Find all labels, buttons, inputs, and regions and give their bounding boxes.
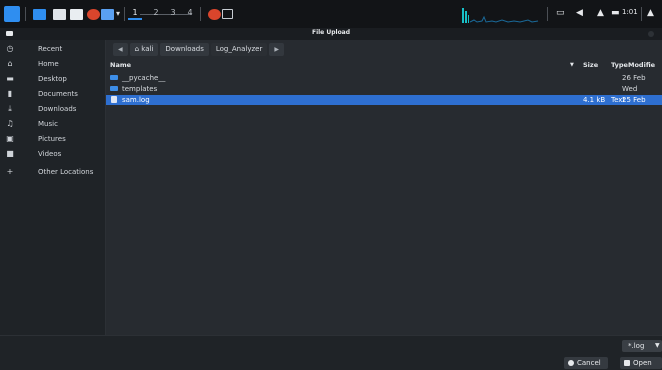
list-item[interactable]: __pycache__ 26 Feb xyxy=(106,73,662,83)
breadcrumb-back-button[interactable]: ◀ xyxy=(113,43,128,56)
chevron-left-icon: ◀ xyxy=(118,46,123,53)
picture-icon: ▣ xyxy=(6,134,14,143)
cancel-button[interactable]: Cancel xyxy=(564,357,608,369)
cancel-icon xyxy=(568,360,574,366)
music-icon: ♫ xyxy=(6,119,14,128)
sidebar-item-label: Pictures xyxy=(38,135,66,143)
panel-separator xyxy=(641,7,642,21)
editor-icon[interactable] xyxy=(70,9,83,20)
sidebar-item-label: Music xyxy=(38,120,58,128)
sidebar-item-label: Home xyxy=(38,60,59,68)
file-modified: Wed xyxy=(622,85,638,93)
open-label: Open xyxy=(633,359,652,367)
close-button[interactable] xyxy=(648,31,654,37)
folder-icon xyxy=(110,86,118,91)
column-size[interactable]: Size xyxy=(583,60,598,70)
breadcrumb: ◀ ⌂ kali Downloads Log_Analyzer ▶ xyxy=(113,43,284,57)
breadcrumb-home[interactable]: ⌂ kali xyxy=(129,43,159,56)
file-modified: 25 Feb xyxy=(622,96,646,104)
column-header: Name ▼ Size Type Modifie xyxy=(106,60,662,70)
firefox-task-icon[interactable] xyxy=(208,9,221,20)
breadcrumb-downloads[interactable]: Downloads xyxy=(160,43,209,56)
folder-icon xyxy=(110,75,118,80)
open-icon xyxy=(624,360,630,366)
panel-separator xyxy=(124,7,125,21)
file-size: 4.1 kB xyxy=(583,96,606,104)
open-button[interactable]: Open xyxy=(620,357,662,369)
sidebar-item-label: Documents xyxy=(38,90,78,98)
sidebar-item-pictures[interactable]: ▣ Pictures xyxy=(0,132,105,146)
chevron-right-icon: ▶ xyxy=(274,46,279,53)
filter-label: *.log xyxy=(628,342,645,350)
video-icon: ■ xyxy=(6,149,14,158)
places-sidebar: ◷ Recent ⌂ Home ▬ Desktop ▮ Documents ⤓ … xyxy=(0,40,106,335)
notification-icon[interactable]: ▲ xyxy=(597,8,604,18)
column-type[interactable]: Type xyxy=(611,60,628,70)
workspace-1[interactable]: 1 xyxy=(128,8,142,20)
sort-desc-icon: ▼ xyxy=(570,62,574,68)
breadcrumb-log-analyzer[interactable]: Log_Analyzer xyxy=(210,43,268,56)
file-name: sam.log xyxy=(122,96,150,104)
sidebar-item-recent[interactable]: ◷ Recent xyxy=(0,42,105,56)
chevron-down-icon: ▼ xyxy=(655,342,660,349)
terminal-task-icon[interactable] xyxy=(222,9,233,19)
workspace-4[interactable]: 4 xyxy=(183,8,197,17)
file-name: templates xyxy=(122,85,158,93)
workspace-2[interactable]: 2 xyxy=(149,8,163,17)
document-icon: ▮ xyxy=(7,89,13,98)
terminal-icon[interactable] xyxy=(33,9,46,20)
list-item[interactable]: templates Wed xyxy=(106,84,662,94)
sidebar-item-music[interactable]: ♫ Music xyxy=(0,117,105,131)
sidebar-item-downloads[interactable]: ⤓ Downloads xyxy=(0,102,105,116)
file-browser: ◀ ⌂ kali Downloads Log_Analyzer ▶ Name ▼… xyxy=(106,40,662,335)
sidebar-item-label: Other Locations xyxy=(38,168,94,176)
clock-icon: ◷ xyxy=(6,44,14,53)
top-panel: ▾ 1 2 3 4 ▭ ◀ ▲ ▬ 1:01 ▲ xyxy=(0,0,662,29)
sidebar-item-videos[interactable]: ■ Videos xyxy=(0,147,105,161)
download-icon: ⤓ xyxy=(8,104,12,113)
firefox-icon[interactable] xyxy=(87,9,100,20)
volume-icon[interactable]: ◀ xyxy=(576,8,583,18)
dialog-titlebar: File Upload xyxy=(0,28,662,40)
desktop-icon: ▬ xyxy=(6,74,14,83)
sidebar-item-label: Desktop xyxy=(38,75,67,83)
battery-icon[interactable]: ▬ xyxy=(611,8,620,18)
clock[interactable]: 1:01 xyxy=(622,8,638,16)
screen-icon[interactable]: ▭ xyxy=(556,8,565,18)
sidebar-item-desktop[interactable]: ▬ Desktop xyxy=(0,72,105,86)
dialog-footer: *.log ▼ Cancel Open xyxy=(0,335,662,370)
file-modified: 26 Feb xyxy=(622,74,646,82)
window-icon[interactable] xyxy=(101,9,114,20)
column-name[interactable]: Name xyxy=(110,60,131,70)
sidebar-item-documents[interactable]: ▮ Documents xyxy=(0,87,105,101)
file-icon xyxy=(111,96,117,103)
file-type-filter[interactable]: *.log ▼ xyxy=(622,340,662,352)
sidebar-item-home[interactable]: ⌂ Home xyxy=(0,57,105,71)
kali-menu-icon[interactable] xyxy=(4,6,20,22)
sidebar-item-other-locations[interactable]: + Other Locations xyxy=(0,165,105,179)
dropdown-icon[interactable]: ▾ xyxy=(116,9,124,18)
cpu-graph xyxy=(462,8,539,23)
plus-icon: + xyxy=(6,167,14,176)
cancel-label: Cancel xyxy=(577,359,601,367)
breadcrumb-forward-button[interactable]: ▶ xyxy=(269,43,284,56)
panel-separator xyxy=(547,7,548,21)
panel-separator xyxy=(200,7,201,21)
panel-separator xyxy=(25,7,26,21)
sidebar-item-label: Videos xyxy=(38,150,62,158)
home-icon: ⌂ xyxy=(7,59,13,68)
list-item[interactable]: sam.log 4.1 kB Text 25 Feb xyxy=(106,95,662,105)
sidebar-item-label: Recent xyxy=(38,45,63,53)
dialog-title: File Upload xyxy=(311,29,351,36)
column-modified[interactable]: Modifie xyxy=(628,60,655,70)
file-name: __pycache__ xyxy=(122,74,166,82)
lock-icon[interactable]: ▲ xyxy=(647,8,654,18)
breadcrumb-label: kali xyxy=(141,45,154,53)
files-icon[interactable] xyxy=(53,9,66,20)
workspace-3[interactable]: 3 xyxy=(166,8,180,17)
sidebar-item-label: Downloads xyxy=(38,105,77,113)
